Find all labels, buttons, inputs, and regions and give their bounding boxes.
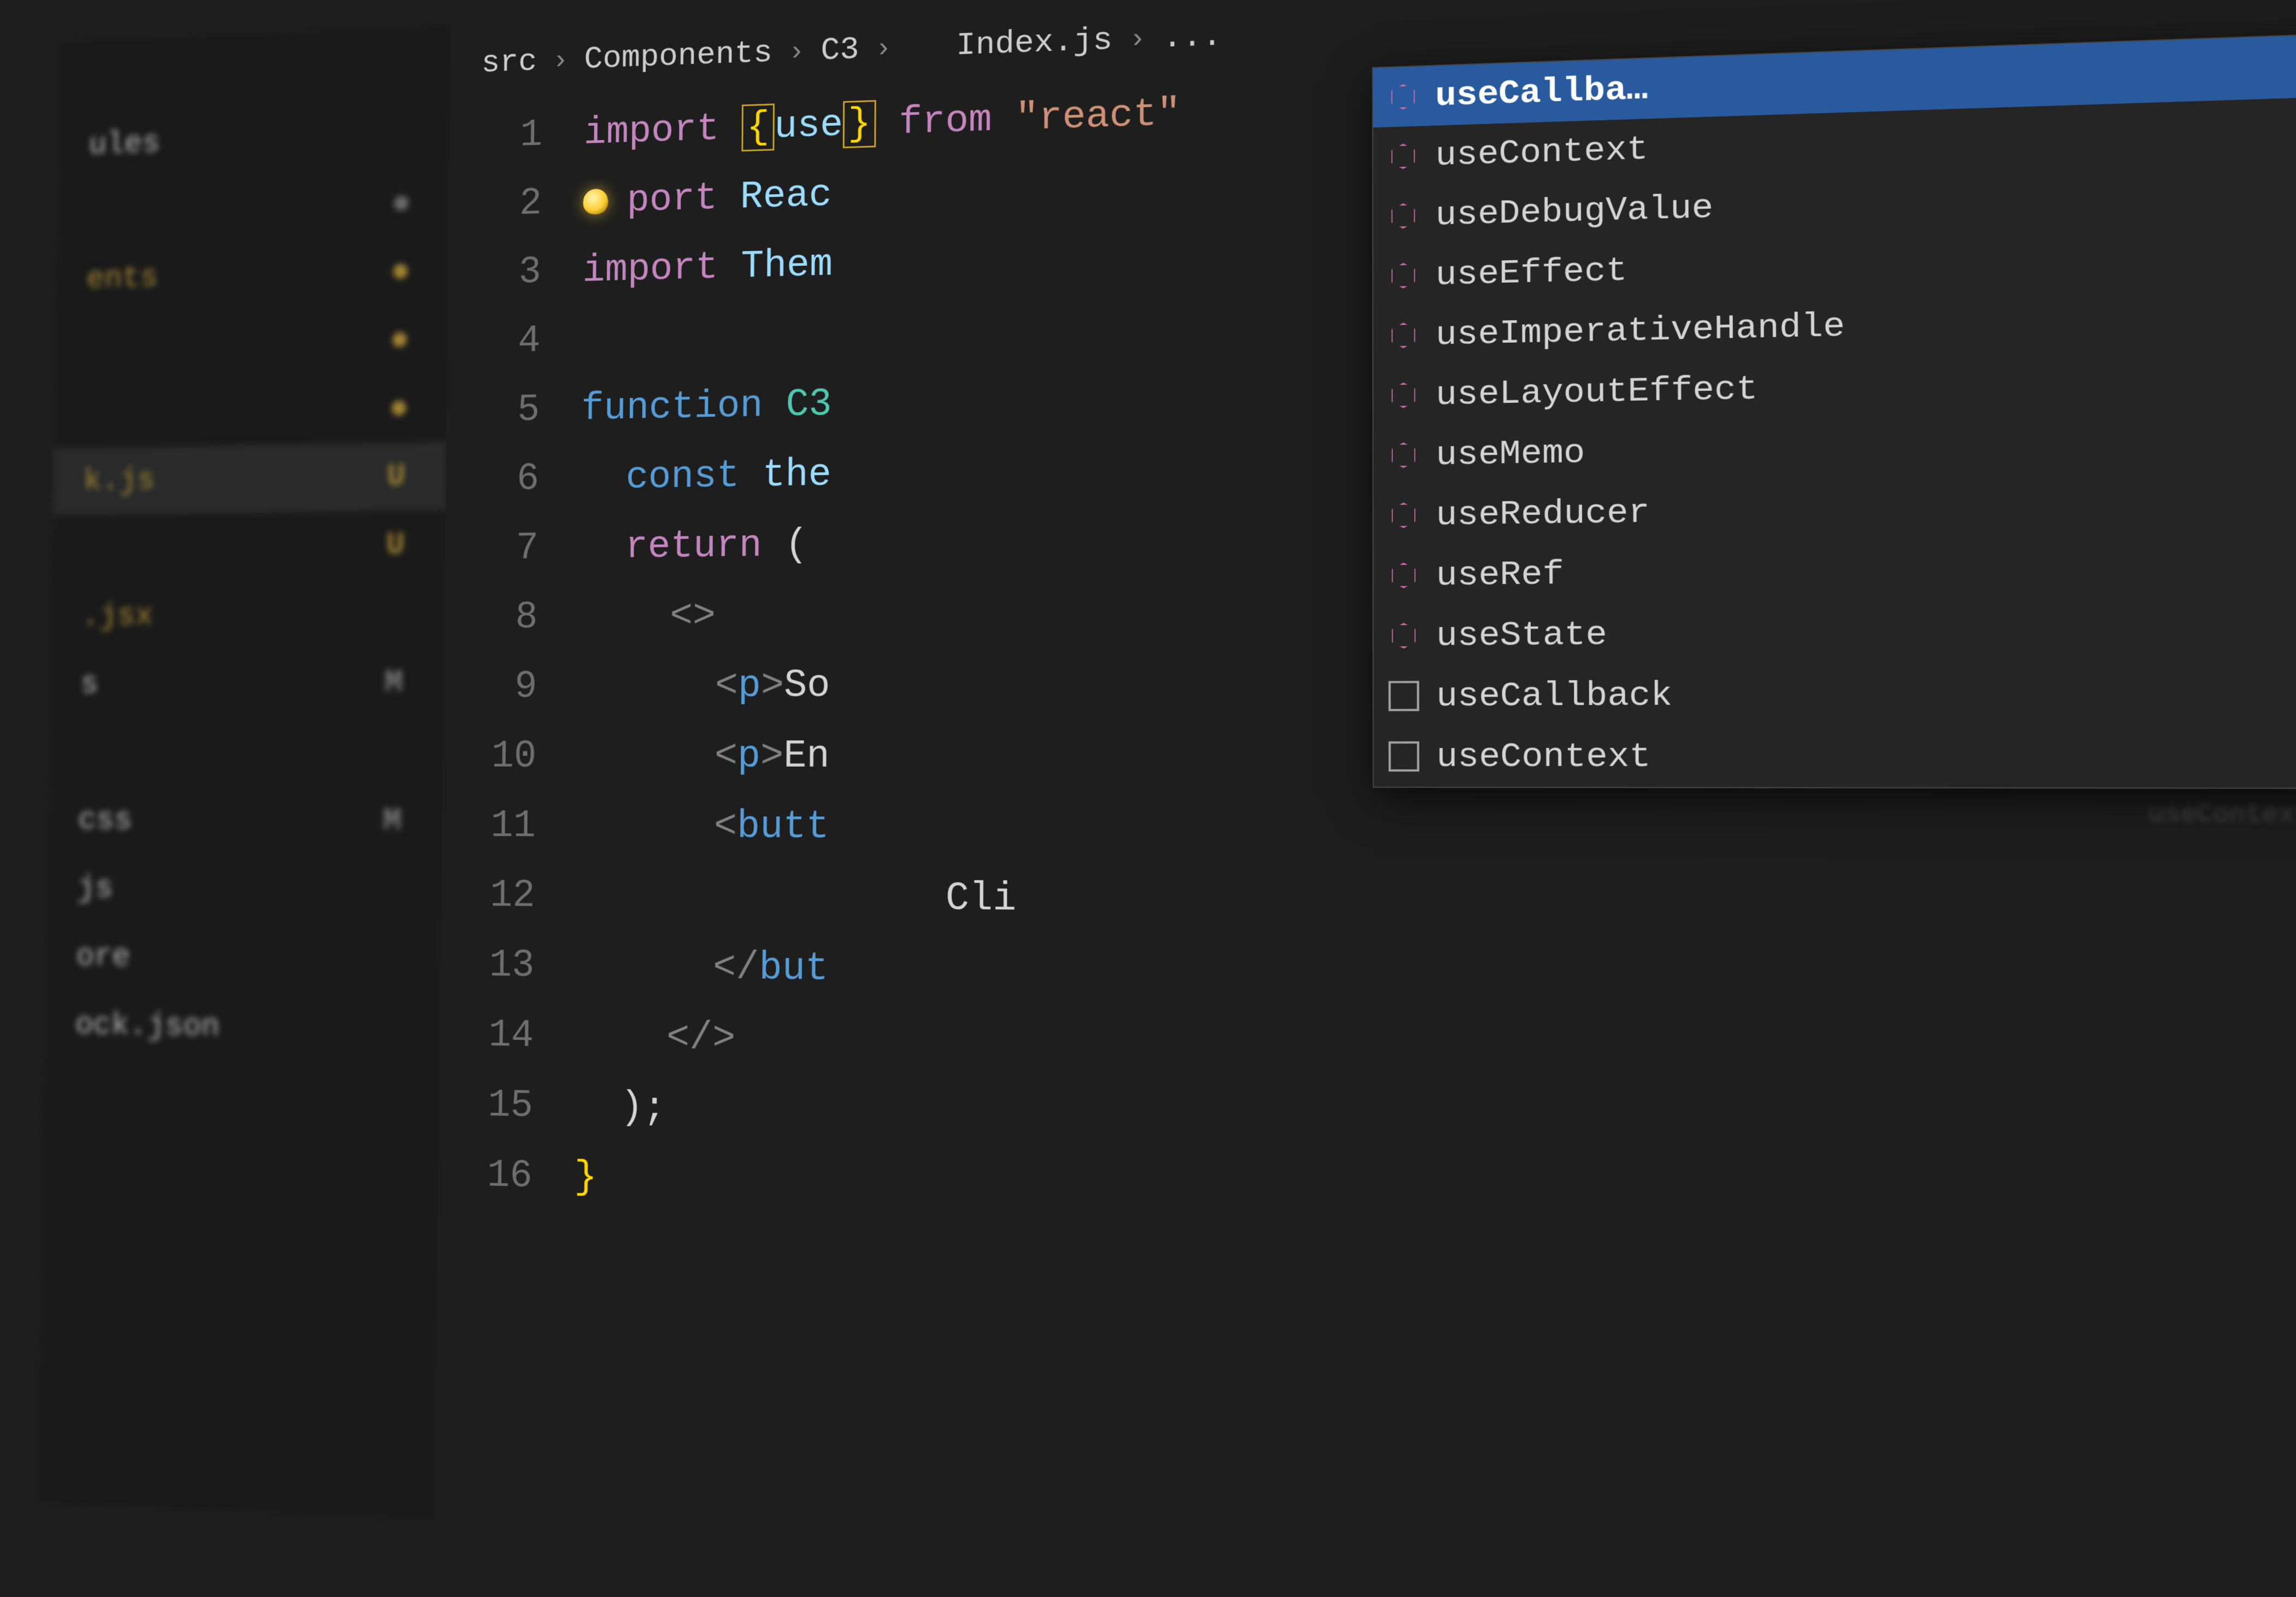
explorer-item[interactable]: ock.json xyxy=(45,991,441,1065)
explorer-item[interactable] xyxy=(56,305,448,381)
file-name: ore xyxy=(76,939,130,975)
explorer-item[interactable]: ules xyxy=(59,100,450,180)
line-number: 7 xyxy=(445,513,538,583)
explorer-item[interactable] xyxy=(58,168,450,247)
file-name: s xyxy=(80,666,99,702)
suggestion-label: useState xyxy=(1436,615,1607,656)
method-icon xyxy=(1388,260,1419,291)
line-number: 9 xyxy=(443,652,537,722)
hint-text: useContext xyxy=(2132,788,2296,841)
suggestion-label: useDebugValue xyxy=(1436,188,1714,235)
line-number: 13 xyxy=(441,930,535,1001)
chevron-right-icon: › xyxy=(552,45,569,77)
git-status-badge: M xyxy=(383,803,402,839)
breadcrumb-file[interactable]: Index.js xyxy=(956,22,1112,65)
suggestion-label: useLayoutEffect xyxy=(1436,368,1758,414)
explorer-item[interactable]: ore xyxy=(46,922,441,995)
line-number: 14 xyxy=(440,999,534,1070)
breadcrumb-segment[interactable]: Components xyxy=(584,35,772,78)
breadcrumb-segment[interactable]: src xyxy=(481,44,537,81)
app-root: ules ents k.js U U .jsx s xyxy=(38,0,2296,1597)
suggestion-item[interactable]: useCallback xyxy=(1374,661,2296,726)
method-icon xyxy=(1388,141,1419,172)
method-icon xyxy=(1388,201,1419,231)
file-name: .jsx xyxy=(81,598,154,634)
editor-main: src › Components › C3 › Index.js › ... 1… xyxy=(435,0,2296,1597)
line-number: 16 xyxy=(438,1139,533,1212)
line-number: 15 xyxy=(439,1069,533,1141)
suggestion-label: useEffect xyxy=(1436,250,1627,295)
file-name: ock.json xyxy=(75,1007,220,1045)
suggestion-label: useImperativeHandle xyxy=(1436,306,1845,354)
line-number: 5 xyxy=(447,375,540,446)
method-icon xyxy=(1389,560,1419,591)
explorer-sidebar[interactable]: ules ents k.js U U .jsx s xyxy=(38,26,451,1519)
breadcrumb-segment[interactable]: ... xyxy=(1163,18,1222,57)
file-name: js xyxy=(77,870,114,906)
suggestion-label: useCallba… xyxy=(1435,69,1648,115)
explorer-item-active[interactable]: k.js U xyxy=(54,442,447,516)
suggestion-item[interactable]: useState xyxy=(1374,598,2296,666)
snippet-icon xyxy=(1389,681,1419,711)
line-number: 8 xyxy=(444,583,538,653)
explorer-item[interactable]: css M xyxy=(48,786,443,856)
line-number: 10 xyxy=(443,722,537,791)
line-number-gutter: 1 2 3 4 5 6 7 8 9 10 11 12 13 14 15 16 xyxy=(438,99,584,1213)
method-icon xyxy=(1389,500,1419,531)
suggestion-label: useContext xyxy=(1436,736,1651,777)
modified-dot-icon xyxy=(393,332,407,348)
file-name: css xyxy=(78,803,132,839)
suggestion-label: useMemo xyxy=(1436,432,1585,475)
method-icon xyxy=(1388,380,1419,411)
file-name: k.js xyxy=(84,463,156,499)
modified-dot-icon xyxy=(393,264,407,279)
suggestion-label: useCallback xyxy=(1436,675,1672,716)
explorer-item[interactable] xyxy=(55,373,447,448)
file-name: ents xyxy=(86,260,158,297)
explorer-item[interactable] xyxy=(49,717,443,787)
line-number: 11 xyxy=(442,791,536,861)
suggestion-label: useReducer xyxy=(1436,492,1650,535)
lightbulb-icon[interactable] xyxy=(583,189,608,215)
method-icon xyxy=(1388,440,1419,471)
breadcrumb-segment[interactable]: C3 xyxy=(821,32,859,69)
intellisense-popup[interactable]: useCallba… useContext useDebugValue useE… xyxy=(1372,32,2296,789)
git-status-badge: U xyxy=(386,528,405,564)
git-status-badge: M xyxy=(384,665,403,701)
suggestion-item[interactable]: useRef xyxy=(1374,535,2296,606)
line-number: 1 xyxy=(449,101,542,172)
method-icon xyxy=(1389,621,1419,651)
code-line[interactable]: <butt xyxy=(577,791,2296,870)
explorer-item[interactable]: U xyxy=(52,511,446,583)
chevron-right-icon: › xyxy=(875,33,892,65)
chevron-right-icon: › xyxy=(788,36,805,68)
snippet-icon xyxy=(1389,741,1419,771)
file-name: ules xyxy=(89,126,160,163)
line-number: 4 xyxy=(447,306,541,377)
explorer-item[interactable]: ents xyxy=(57,236,449,314)
modified-dot-icon xyxy=(391,401,406,416)
line-number: 6 xyxy=(446,444,540,515)
suggestion-label: useContext xyxy=(1436,129,1649,175)
line-number: 12 xyxy=(441,861,535,931)
explorer-item[interactable]: .jsx xyxy=(51,580,445,651)
explorer-item[interactable]: s M xyxy=(50,648,444,718)
suggestion-item[interactable]: useContext xyxy=(1374,724,2296,788)
explorer-item[interactable]: js xyxy=(47,854,442,926)
git-status-badge: U xyxy=(386,459,405,495)
modified-dot-icon xyxy=(394,196,408,211)
method-icon xyxy=(1388,320,1419,351)
suggestion-label: useRef xyxy=(1436,554,1564,595)
chevron-right-icon: › xyxy=(1129,23,1146,56)
line-number: 3 xyxy=(448,238,542,309)
method-icon xyxy=(1388,81,1419,112)
line-number: 2 xyxy=(449,169,542,240)
